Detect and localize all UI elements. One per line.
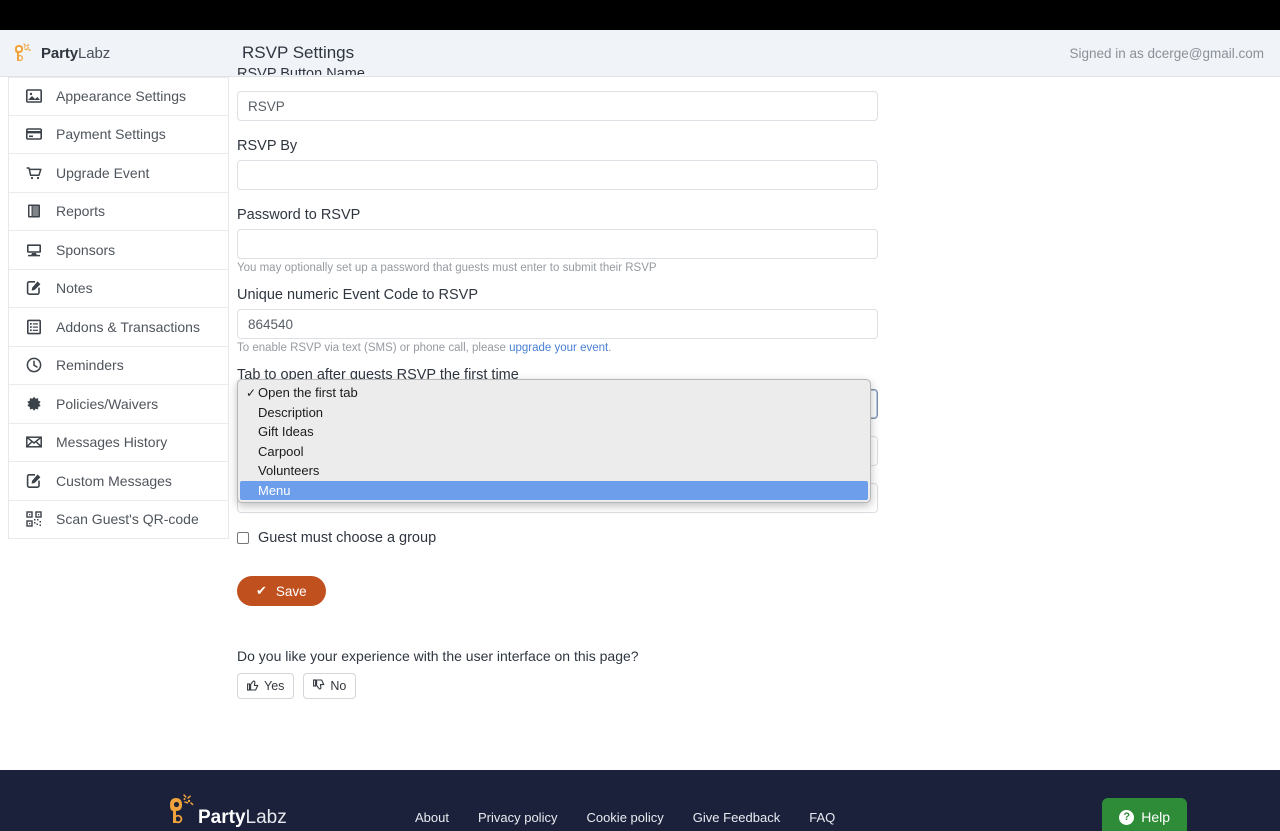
rsvp-by-label: RSVP By (237, 138, 897, 154)
question-mark-icon: ? (1119, 810, 1134, 825)
sidebar-item-reports[interactable]: Reports (9, 193, 228, 232)
partylabz-logo-icon (12, 42, 34, 64)
thumbs-down-icon (313, 679, 325, 694)
footer-link-cookie-policy[interactable]: Cookie policy (586, 810, 663, 825)
dropdown-option-description[interactable]: Description (238, 403, 870, 423)
help-button[interactable]: ? Help (1102, 798, 1187, 831)
book-icon (25, 202, 43, 220)
feedback-question: Do you like your experience with the use… (237, 648, 897, 664)
sidebar-item-custom-messages[interactable]: Custom Messages (9, 462, 228, 501)
event-code-help-prefix: To enable RSVP via text (SMS) or phone c… (237, 342, 509, 354)
sidebar-item-label: Sponsors (56, 242, 115, 258)
event-code-help-suffix: . (608, 342, 611, 354)
password-to-rsvp-label: Password to RSVP (237, 207, 897, 223)
sidebar-item-label: Custom Messages (56, 473, 172, 489)
dropdown-option-menu[interactable]: Menu (240, 481, 868, 501)
dropdown-option-label: Carpool (258, 444, 304, 459)
password-to-rsvp-input[interactable] (237, 229, 878, 259)
clock-icon (25, 356, 43, 374)
footer-link-about[interactable]: About (415, 810, 449, 825)
sidebar-item-upgrade-event[interactable]: Upgrade Event (9, 154, 228, 193)
sidebar-item-label: Reminders (56, 357, 124, 373)
dropdown-option-label: Description (258, 405, 323, 420)
dropdown-option-label: Gift Ideas (258, 424, 314, 439)
sidebar-item-label: Appearance Settings (56, 88, 186, 104)
signed-in-as: Signed in as dcerge@gmail.com (1069, 46, 1264, 61)
guest-group-label: Guest must choose a group (258, 530, 436, 546)
sidebar-item-policies-waivers[interactable]: Policies/Waivers (9, 385, 228, 424)
brand-logo[interactable]: PartyLabz (0, 30, 229, 76)
partylabz-logo-icon (168, 792, 198, 829)
check-icon: ✔ (256, 583, 267, 599)
dropdown-option-gift-ideas[interactable]: Gift Ideas (238, 422, 870, 442)
feedback-yes-button[interactable]: Yes (237, 673, 294, 699)
sidebar-item-label: Reports (56, 203, 105, 219)
dropdown-option-carpool[interactable]: Carpool (238, 442, 870, 462)
page-title: RSVP Settings (242, 43, 354, 63)
upgrade-your-event-link[interactable]: upgrade your event (509, 342, 608, 354)
save-button[interactable]: ✔ Save (237, 576, 326, 606)
sidebar-item-label: Scan Guest's QR-code (56, 511, 199, 527)
sidebar-item-payment-settings[interactable]: Payment Settings (9, 116, 228, 155)
sidebar-item-label: Payment Settings (56, 126, 166, 142)
event-code-input[interactable] (237, 309, 878, 339)
edit-icon (25, 279, 43, 297)
list-icon (25, 318, 43, 336)
qr-code-icon (25, 510, 43, 528)
edit-icon (25, 472, 43, 490)
cart-icon (25, 164, 43, 182)
dropdown-option-label: Menu (258, 483, 291, 498)
sidebar-item-sponsors[interactable]: Sponsors (9, 231, 228, 270)
browser-top-bar (0, 0, 1280, 30)
sidebar-item-label: Upgrade Event (56, 165, 149, 181)
sidebar-item-addons-transactions[interactable]: Addons & Transactions (9, 308, 228, 347)
sidebar-item-messages-history[interactable]: Messages History (9, 424, 228, 463)
sidebar-item-reminders[interactable]: Reminders (9, 347, 228, 386)
footer-link-faq[interactable]: FAQ (809, 810, 835, 825)
credit-card-icon (25, 125, 43, 143)
dropdown-option-volunteers[interactable]: Volunteers (238, 461, 870, 481)
feedback-no-label: No (330, 679, 346, 693)
rsvp-button-name-label: RSVP Button Name (237, 66, 897, 75)
footer-brand-name: PartyLabz (198, 807, 287, 829)
sidebar-item-label: Policies/Waivers (56, 396, 158, 412)
sidebar: Appearance Settings Payment Settings Upg… (8, 77, 229, 539)
badge-icon (25, 395, 43, 413)
guest-group-checkbox[interactable] (237, 532, 249, 544)
help-button-label: Help (1141, 809, 1170, 825)
feedback-yes-label: Yes (264, 679, 284, 693)
dropdown-option-label: Volunteers (258, 463, 319, 478)
thumbs-up-icon (247, 679, 259, 694)
dropdown-option-label: Open the first tab (258, 385, 358, 400)
sidebar-item-label: Notes (56, 280, 93, 296)
password-help-text: You may optionally set up a password tha… (237, 262, 897, 274)
monitor-icon (25, 241, 43, 259)
envelope-icon (25, 433, 43, 451)
event-code-label: Unique numeric Event Code to RSVP (237, 287, 897, 303)
sidebar-item-notes[interactable]: Notes (9, 270, 228, 309)
guest-must-choose-group-row[interactable]: Guest must choose a group (237, 530, 897, 546)
footer-brand[interactable]: PartyLabz (168, 792, 287, 829)
brand-name: PartyLabz (41, 45, 110, 62)
image-icon (25, 87, 43, 105)
feedback-buttons: Yes No (237, 673, 897, 699)
sidebar-item-scan-guest-qr-code[interactable]: Scan Guest's QR-code (9, 501, 228, 540)
footer: PartyLabz About Privacy policy Cookie po… (0, 770, 1280, 831)
sidebar-item-appearance-settings[interactable]: Appearance Settings (9, 77, 228, 116)
tab-to-open-dropdown-list[interactable]: ✓ Open the first tab Description Gift Id… (237, 379, 871, 503)
footer-link-give-feedback[interactable]: Give Feedback (693, 810, 780, 825)
sidebar-item-label: Messages History (56, 434, 167, 450)
save-button-label: Save (276, 584, 307, 599)
footer-links: About Privacy policy Cookie policy Give … (415, 810, 835, 825)
rsvp-by-input[interactable] (237, 160, 878, 190)
rsvp-button-name-input[interactable] (237, 91, 878, 121)
event-code-help-text: To enable RSVP via text (SMS) or phone c… (237, 342, 897, 354)
check-icon: ✓ (246, 386, 258, 400)
footer-link-privacy-policy[interactable]: Privacy policy (478, 810, 557, 825)
sidebar-item-label: Addons & Transactions (56, 319, 200, 335)
feedback-no-button[interactable]: No (303, 673, 356, 699)
dropdown-option-open-the-first-tab[interactable]: ✓ Open the first tab (238, 383, 870, 403)
